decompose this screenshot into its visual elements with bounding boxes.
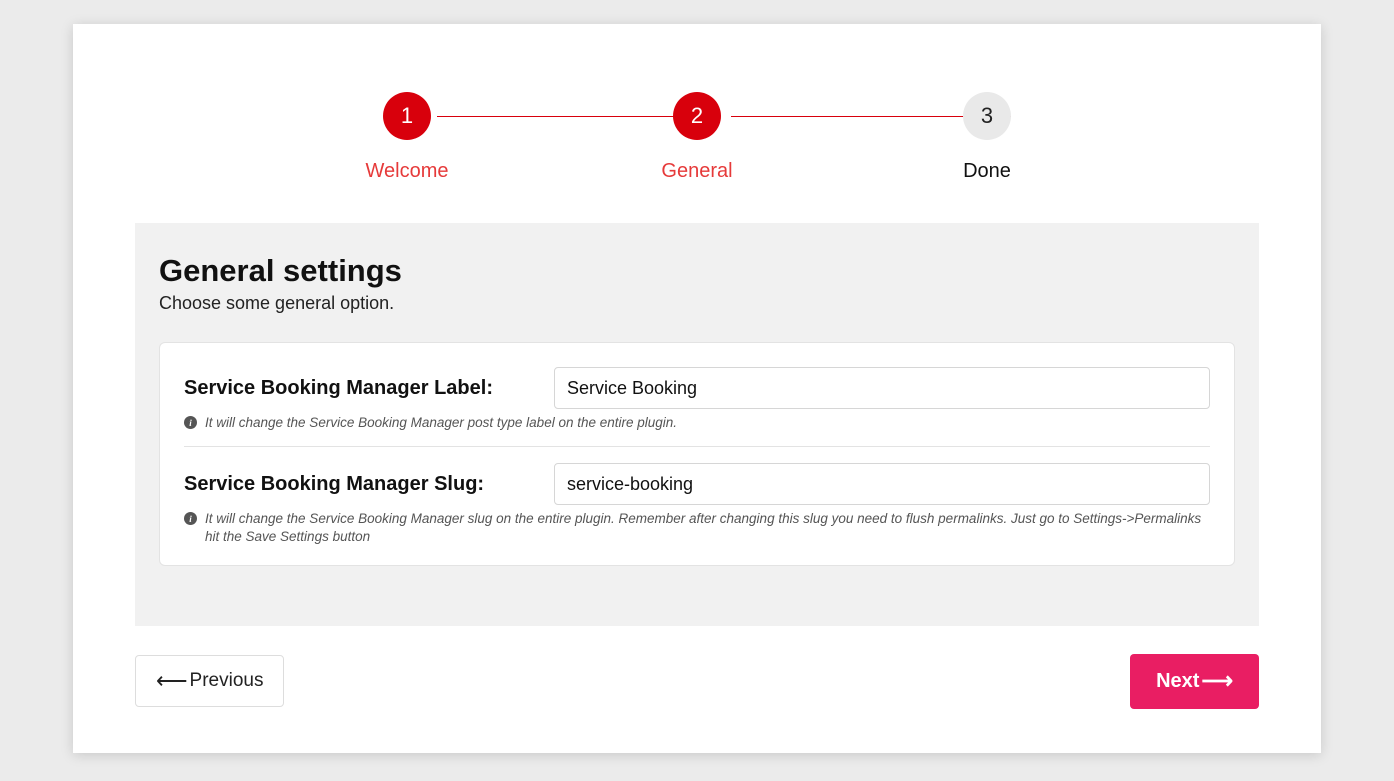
panel-title: General settings <box>159 253 1235 289</box>
slug-field-label: Service Booking Manager Slug: <box>184 473 534 496</box>
slug-field-hint: i It will change the Service Booking Man… <box>184 510 1210 546</box>
slug-hint-text: It will change the Service Booking Manag… <box>205 510 1210 546</box>
label-field-input[interactable] <box>554 367 1210 409</box>
step-welcome[interactable]: 1 Welcome <box>317 92 497 183</box>
step-label-done: Done <box>963 160 1011 183</box>
arrow-left-icon: ⟵ <box>156 670 188 692</box>
step-circle-1: 1 <box>383 92 431 140</box>
next-button[interactable]: Next ⟶ <box>1130 654 1259 709</box>
slug-field-input[interactable] <box>554 463 1210 505</box>
step-circle-3: 3 <box>963 92 1011 140</box>
arrow-right-icon: ⟶ <box>1201 670 1233 692</box>
step-circle-2: 2 <box>673 92 721 140</box>
form-box: Service Booking Manager Label: i It will… <box>159 342 1235 566</box>
previous-button[interactable]: ⟵ Previous <box>135 655 284 707</box>
step-label-welcome: Welcome <box>366 160 449 183</box>
step-label-general: General <box>661 160 732 183</box>
label-field-hint: i It will change the Service Booking Man… <box>184 414 1210 432</box>
next-button-label: Next <box>1156 670 1199 693</box>
step-general[interactable]: 2 General <box>607 92 787 183</box>
label-field-label: Service Booking Manager Label: <box>184 377 534 400</box>
settings-panel: General settings Choose some general opt… <box>135 223 1259 626</box>
step-done[interactable]: 3 Done <box>897 92 1077 183</box>
panel-subtitle: Choose some general option. <box>159 293 1235 314</box>
stepper: 1 Welcome 2 General 3 Done <box>317 92 1077 183</box>
wizard-card: 1 Welcome 2 General 3 Done General setti… <box>73 24 1321 753</box>
previous-button-label: Previous <box>190 670 264 692</box>
label-hint-text: It will change the Service Booking Manag… <box>205 414 677 432</box>
label-row: Service Booking Manager Label: <box>184 357 1210 409</box>
nav-row: ⟵ Previous Next ⟶ <box>135 654 1259 709</box>
info-icon: i <box>184 512 197 525</box>
slug-row: Service Booking Manager Slug: <box>184 447 1210 505</box>
info-icon: i <box>184 416 197 429</box>
